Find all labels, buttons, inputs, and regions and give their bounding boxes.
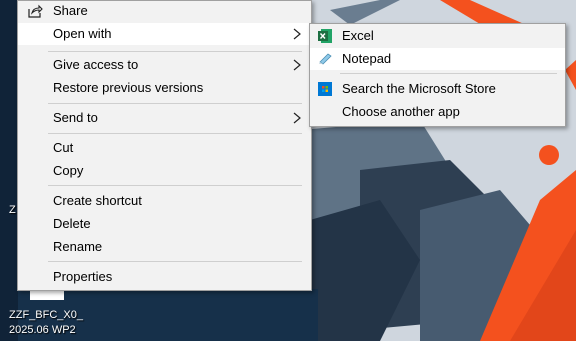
menu-item-cut-label: Cut: [53, 140, 74, 155]
open-with-submenu: Excel Notepad Search the Microsoft Store…: [309, 23, 566, 127]
submenu-item-notepad-label: Notepad: [342, 51, 392, 66]
menu-item-give-access-to[interactable]: Give access to: [18, 54, 311, 76]
desktop-file-icon[interactable]: [30, 290, 64, 300]
menu-divider: [48, 133, 302, 134]
submenu-item-choose-another-app-label: Choose another app: [342, 104, 460, 119]
chevron-right-icon: [293, 112, 301, 124]
desktop-file-label-line2: 2025.06 WP2: [9, 324, 76, 336]
menu-item-delete-label: Delete: [53, 216, 91, 231]
share-icon: [28, 4, 43, 18]
desktop-icon-label: Z: [9, 204, 16, 216]
menu-item-delete[interactable]: Delete: [18, 213, 311, 235]
submenu-item-excel[interactable]: Excel: [310, 25, 565, 47]
chevron-right-icon: [293, 59, 301, 71]
menu-item-rename-label: Rename: [53, 239, 103, 254]
menu-divider: [48, 51, 302, 52]
menu-item-restore-label: Restore previous versions: [53, 80, 204, 95]
menu-divider: [48, 103, 302, 104]
menu-item-send-to-label: Send to: [53, 110, 98, 125]
menu-item-share[interactable]: Share: [18, 1, 311, 21]
desktop-file-label-line1: ZZF_BFC_X0_: [9, 309, 83, 321]
menu-item-share-label: Share: [53, 3, 88, 18]
menu-item-open-with-label: Open with: [53, 26, 112, 41]
menu-item-send-to[interactable]: Send to: [18, 107, 311, 129]
menu-item-properties-label: Properties: [53, 269, 113, 284]
submenu-item-search-store[interactable]: Search the Microsoft Store: [310, 78, 565, 100]
menu-item-cut[interactable]: Cut: [18, 137, 311, 159]
notepad-icon: [319, 53, 332, 65]
menu-item-create-shortcut-label: Create shortcut: [53, 193, 142, 208]
menu-item-restore-previous-versions[interactable]: Restore previous versions: [18, 77, 311, 99]
submenu-item-choose-another-app[interactable]: Choose another app: [310, 101, 565, 123]
menu-divider: [48, 185, 302, 186]
submenu-item-excel-label: Excel: [342, 28, 374, 43]
submenu-divider: [340, 73, 557, 74]
microsoft-store-icon: [318, 82, 332, 96]
menu-item-properties[interactable]: Properties: [18, 266, 311, 288]
submenu-item-search-store-label: Search the Microsoft Store: [342, 81, 496, 96]
menu-item-rename[interactable]: Rename: [18, 236, 311, 258]
chevron-right-icon: [293, 28, 301, 40]
menu-item-copy[interactable]: Copy: [18, 160, 311, 182]
menu-item-open-with[interactable]: Open with: [18, 23, 311, 45]
menu-item-give-access-label: Give access to: [53, 57, 139, 72]
menu-divider: [48, 261, 302, 262]
context-menu: Share Open with Give access to Restore p…: [17, 0, 312, 291]
submenu-item-notepad[interactable]: Notepad: [310, 48, 565, 70]
menu-item-create-shortcut[interactable]: Create shortcut: [18, 190, 311, 212]
menu-item-copy-label: Copy: [53, 163, 84, 178]
excel-icon: [318, 29, 332, 43]
